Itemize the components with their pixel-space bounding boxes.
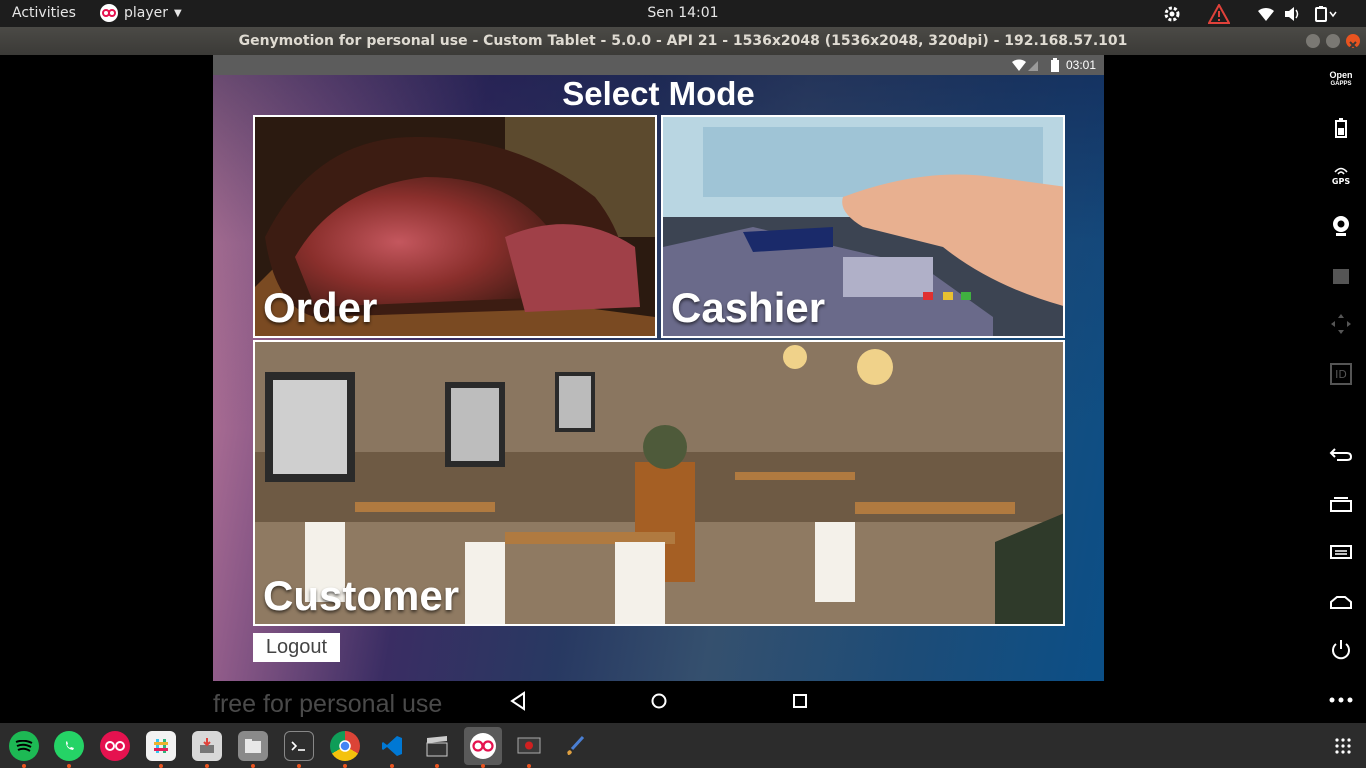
back-button[interactable] xyxy=(1328,441,1354,467)
gps-signal-icon xyxy=(1334,167,1348,175)
show-applications-icon[interactable] xyxy=(1328,731,1358,761)
customer-label: Customer xyxy=(263,572,460,619)
running-indicator xyxy=(22,764,26,768)
home-nav-icon[interactable] xyxy=(650,690,668,712)
home-button[interactable] xyxy=(1328,589,1354,615)
screen-recorder-icon[interactable] xyxy=(514,731,544,761)
running-indicator xyxy=(67,764,71,768)
genymotion-toolbar: Open GAPPS GPS ID xyxy=(1316,55,1366,723)
spotify-icon[interactable] xyxy=(9,731,39,761)
order-mode-tile[interactable]: Order xyxy=(253,115,657,338)
webcam-widget-button[interactable] xyxy=(1328,213,1354,239)
warning-icon[interactable] xyxy=(1208,4,1230,24)
gps-label: GPS xyxy=(1331,176,1351,186)
close-button[interactable] xyxy=(1346,34,1360,49)
battery-menu-icon[interactable] xyxy=(1314,4,1338,24)
cashier-mode-tile[interactable]: Cashier xyxy=(661,115,1065,338)
back-arrow-icon xyxy=(1329,448,1353,461)
chevron-down-icon: ▼ xyxy=(174,7,182,19)
chrome-icon[interactable] xyxy=(330,731,360,761)
order-label: Order xyxy=(263,284,378,331)
more-dots-icon xyxy=(1329,697,1353,703)
recents-nav-icon[interactable] xyxy=(791,690,809,712)
installer-icon[interactable] xyxy=(192,731,222,761)
maximize-button[interactable] xyxy=(1326,34,1340,48)
screencast-button[interactable] xyxy=(1328,263,1354,289)
terminal-icon[interactable] xyxy=(284,731,314,761)
window-titlebar[interactable]: Genymotion for personal use - Custom Tab… xyxy=(0,27,1366,55)
genymotion-dock-icon[interactable] xyxy=(100,731,130,761)
running-indicator xyxy=(527,764,531,768)
gps-widget-button[interactable]: GPS xyxy=(1328,163,1354,189)
running-indicator xyxy=(343,764,347,768)
slack-icon[interactable] xyxy=(146,731,176,761)
running-indicator xyxy=(251,764,255,768)
dock xyxy=(0,723,1366,768)
more-options-button[interactable] xyxy=(1328,687,1354,713)
running-indicator xyxy=(481,764,485,768)
opengapps-button[interactable]: Open GAPPS xyxy=(1328,67,1354,93)
android-screen[interactable]: 03:01 Select Mode Order Cashier Customer… xyxy=(213,55,1104,681)
home-icon xyxy=(1330,596,1352,609)
webcam-icon xyxy=(1333,216,1349,236)
video-editor-icon[interactable] xyxy=(422,731,452,761)
move-arrows-icon xyxy=(1331,314,1351,334)
wifi-icon[interactable] xyxy=(1257,4,1275,24)
id-label: ID xyxy=(1335,367,1347,381)
app-menu[interactable]: player ▼ xyxy=(100,4,182,22)
running-indicator xyxy=(159,764,163,768)
logout-button[interactable]: Logout xyxy=(253,633,340,662)
close-icon xyxy=(1349,41,1357,49)
running-indicator xyxy=(435,764,439,768)
activities-button[interactable]: Activities xyxy=(12,5,76,21)
device-id-button[interactable]: ID xyxy=(1328,361,1354,387)
battery-icon xyxy=(1051,58,1059,72)
volume-icon[interactable] xyxy=(1284,4,1302,24)
battery-widget-button[interactable] xyxy=(1328,115,1354,141)
paint-brush-icon[interactable] xyxy=(560,731,590,761)
watermark-text: free for personal use xyxy=(213,690,443,718)
clock[interactable]: Sen 14:01 xyxy=(647,5,718,21)
page-title: Select Mode xyxy=(562,75,755,112)
id-icon: ID xyxy=(1330,363,1352,385)
back-nav-icon[interactable] xyxy=(509,690,527,712)
wifi-signal-icon xyxy=(1012,59,1038,71)
file-manager-icon[interactable] xyxy=(238,731,268,761)
customer-mode-tile[interactable]: Customer xyxy=(253,340,1065,626)
app-menu-label: player xyxy=(124,5,169,21)
cashier-label: Cashier xyxy=(671,284,826,331)
genymotion-icon xyxy=(100,4,118,22)
android-clock: 03:01 xyxy=(1065,58,1096,72)
power-icon xyxy=(1332,640,1350,660)
recent-apps-icon xyxy=(1330,497,1352,512)
whatsapp-icon[interactable] xyxy=(54,731,84,761)
menu-button[interactable] xyxy=(1328,539,1354,565)
running-indicator xyxy=(390,764,394,768)
genymotion-player-dock-icon[interactable] xyxy=(464,727,502,765)
battery-icon xyxy=(1335,118,1347,138)
dpad-button[interactable] xyxy=(1328,311,1354,337)
vscode-icon[interactable] xyxy=(377,731,407,761)
settings-gear-icon[interactable] xyxy=(1162,4,1182,24)
top-panel: Activities player ▼ Sen 14:01 xyxy=(0,0,1366,27)
window-title: Genymotion for personal use - Custom Tab… xyxy=(238,33,1128,49)
power-button[interactable] xyxy=(1328,637,1354,663)
android-status-bar: 03:01 xyxy=(213,55,1104,75)
minimize-button[interactable] xyxy=(1306,34,1320,48)
opengapps-label-1: Open xyxy=(1329,70,1353,80)
running-indicator xyxy=(297,764,301,768)
opengapps-label-2: GAPPS xyxy=(1330,81,1352,87)
recent-apps-button[interactable] xyxy=(1328,491,1354,517)
clapperboard-icon xyxy=(1333,269,1349,284)
menu-icon xyxy=(1330,545,1352,559)
running-indicator xyxy=(205,764,209,768)
